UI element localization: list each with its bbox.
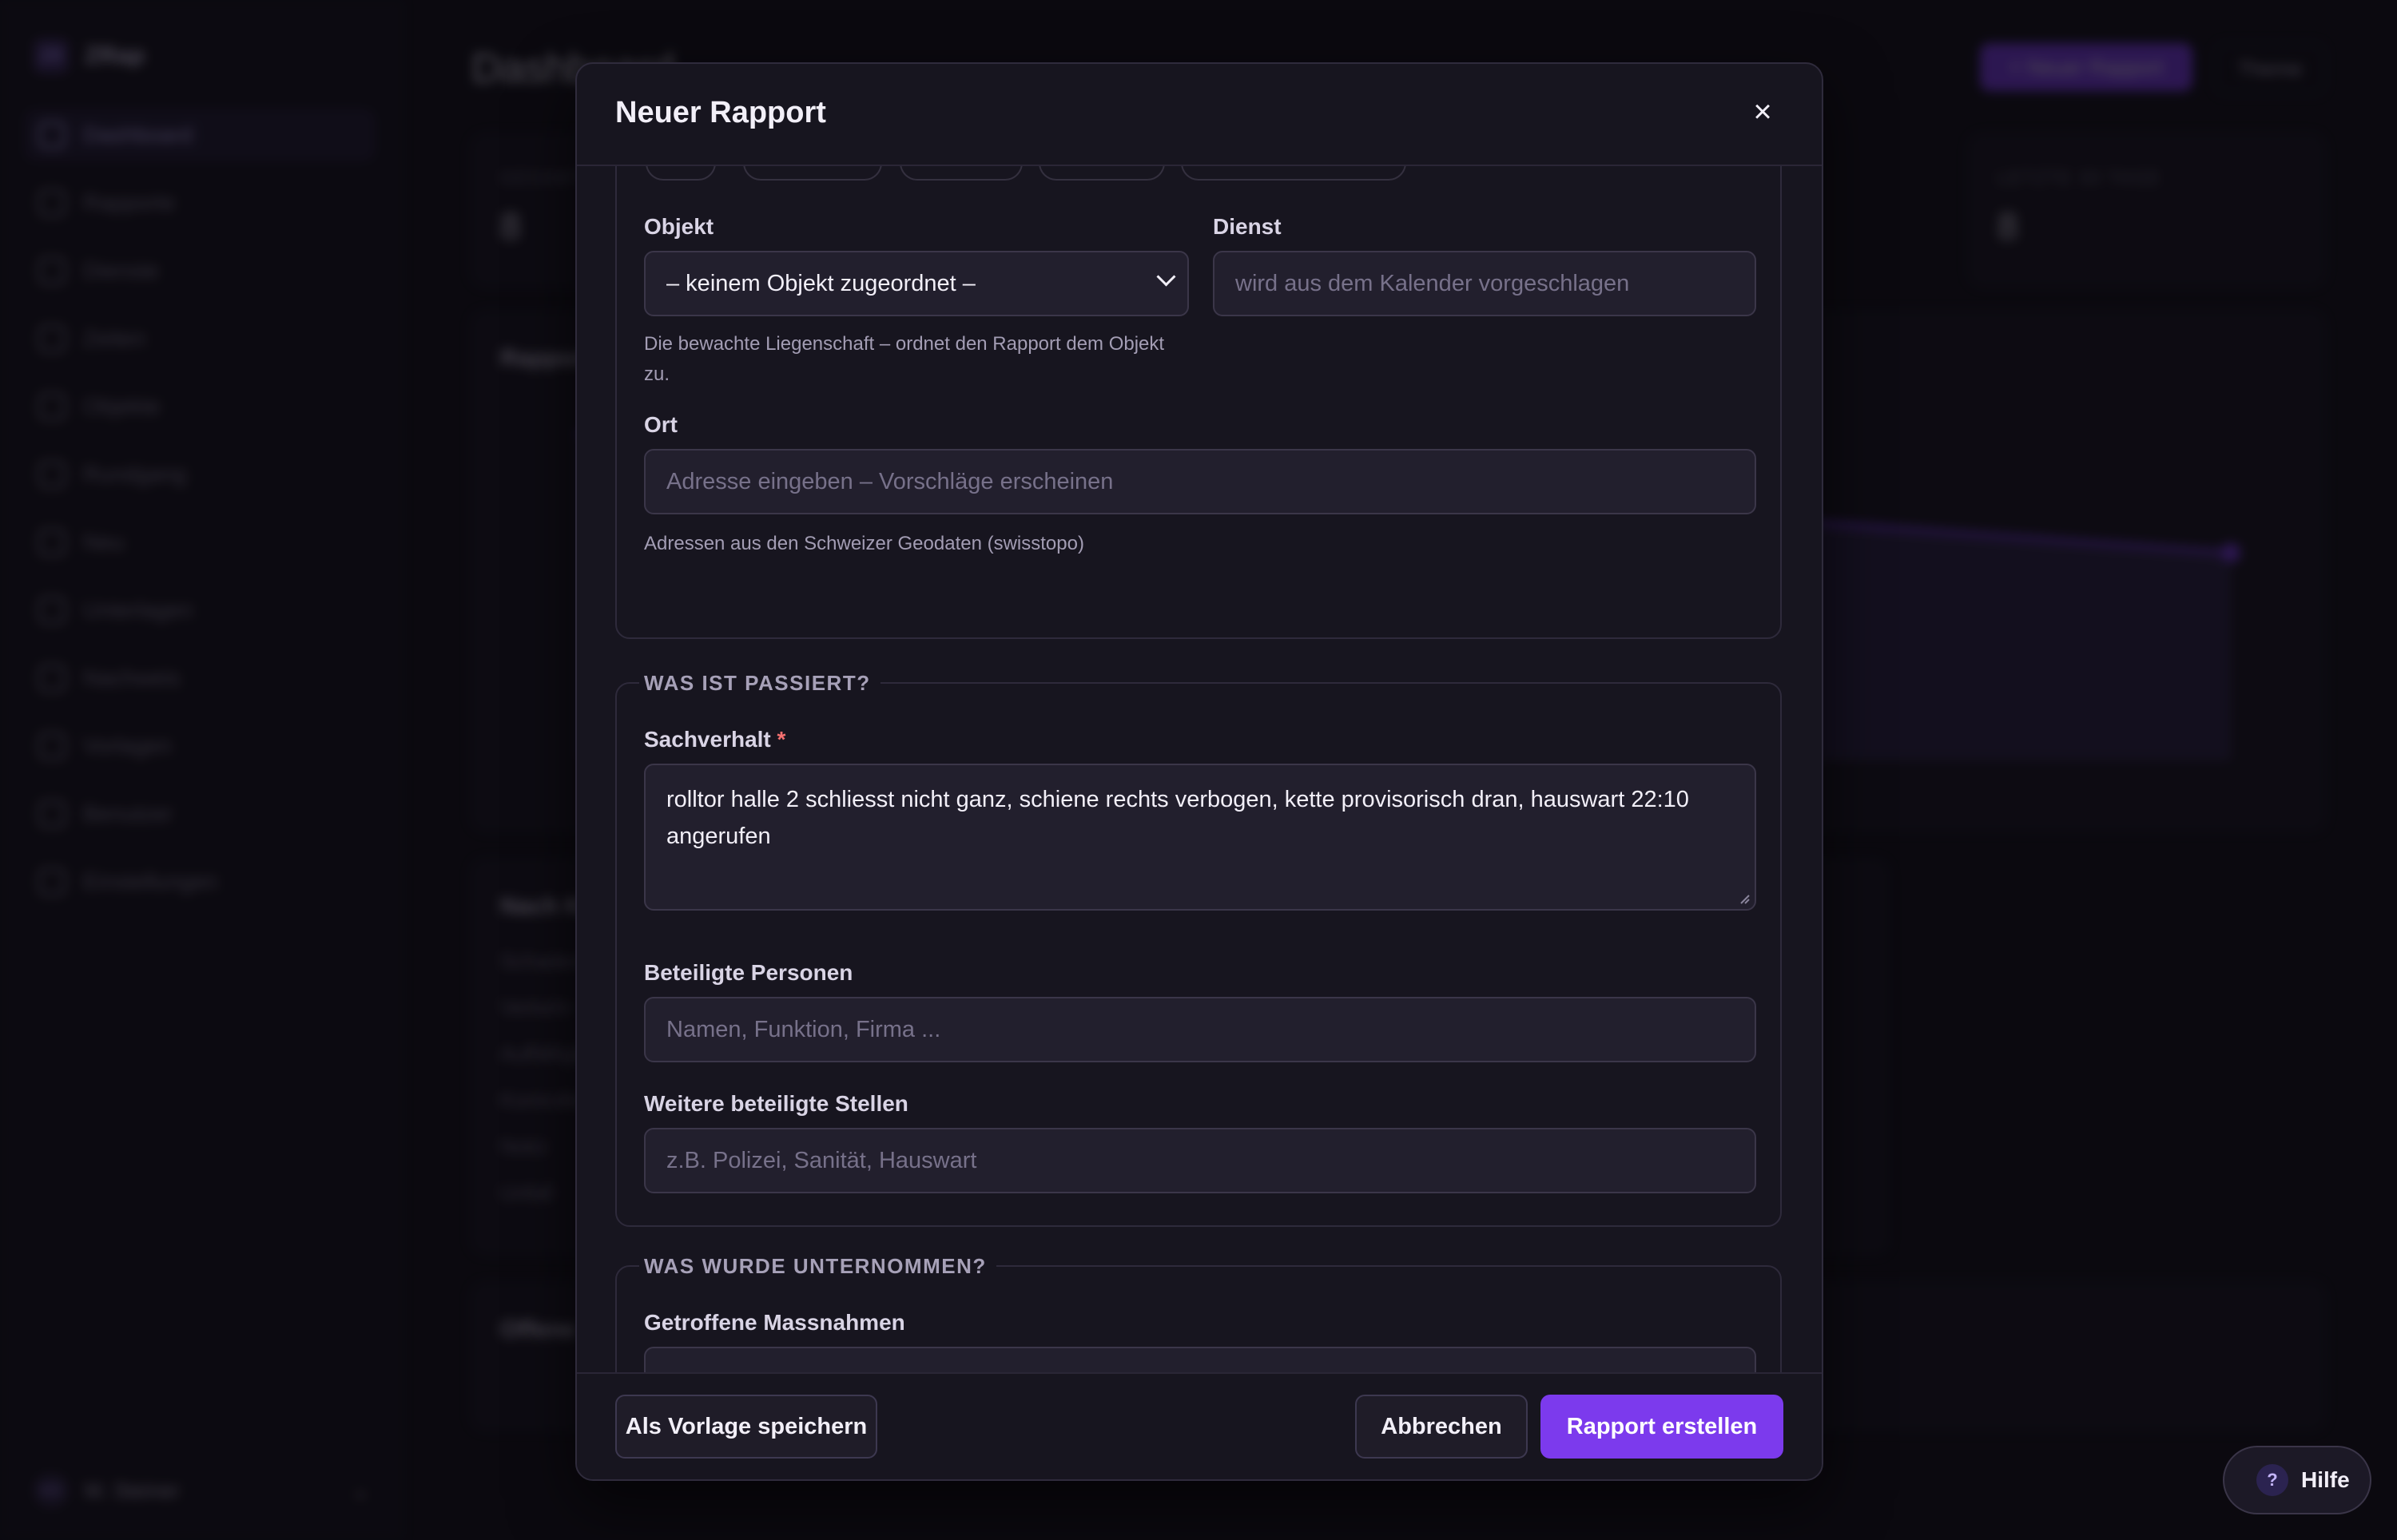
section-heading: WAS IST PASSIERT?	[639, 671, 880, 696]
cancel-button[interactable]: Abbrechen	[1355, 1395, 1528, 1459]
resize-grip-icon[interactable]	[1737, 891, 1750, 904]
dialog-body[interactable]: Objekt – keinem Objekt zugeordnet – Die …	[577, 166, 1822, 1435]
massnahmen-label: Getroffene Massnahmen	[644, 1310, 905, 1335]
create-report-button[interactable]: Rapport erstellen	[1540, 1395, 1783, 1459]
dialog-title: Neuer Rapport	[615, 96, 826, 129]
objekt-label: Objekt	[644, 214, 714, 239]
help-icon: ?	[2256, 1464, 2288, 1496]
dienst-label: Dienst	[1213, 214, 1282, 239]
what-happened-fieldset: WAS IST PASSIERT? Sachverhalt * rolltor …	[615, 671, 1782, 1227]
new-report-dialog: Neuer Rapport × Objekt – keinem Objekt z…	[575, 62, 1823, 1481]
objekt-hint: Die bewachte Liegenschaft – ordnet den R…	[644, 333, 1165, 385]
chevron-down-icon	[1156, 267, 1176, 287]
section-heading: WAS WURDE UNTERNOMMEN?	[639, 1254, 996, 1279]
personen-input[interactable]: Namen, Funktion, Firma ...	[644, 997, 1756, 1062]
ort-hint: Adressen aus den Schweizer Geodaten (swi…	[644, 533, 1084, 554]
save-template-button[interactable]: Als Vorlage speichern	[615, 1395, 877, 1459]
ort-placeholder: Adresse eingeben – Vorschläge erscheinen	[666, 468, 1114, 494]
ort-input[interactable]: Adresse eingeben – Vorschläge erscheinen	[644, 449, 1756, 514]
location-fieldset: Objekt – keinem Objekt zugeordnet – Die …	[615, 166, 1782, 639]
sachverhalt-label-text: Sachverhalt	[644, 727, 771, 752]
sachverhalt-label: Sachverhalt *	[644, 727, 785, 752]
close-icon[interactable]: ×	[1745, 94, 1780, 129]
dienst-placeholder: wird aus dem Kalender vorgeschlagen	[1235, 270, 1630, 296]
sachverhalt-textarea[interactable]: rolltor halle 2 schliesst nicht ganz, sc…	[644, 764, 1756, 911]
required-marker: *	[777, 727, 786, 752]
help-button[interactable]: ? Hilfe	[2223, 1446, 2371, 1514]
stellen-input[interactable]: z.B. Polizei, Sanität, Hauswart	[644, 1128, 1756, 1193]
ort-label: Ort	[644, 412, 678, 437]
help-label: Hilfe	[2301, 1467, 2350, 1492]
objekt-select[interactable]: – keinem Objekt zugeordnet –	[644, 251, 1189, 316]
objekt-select-value: – keinem Objekt zugeordnet –	[666, 270, 976, 296]
personen-placeholder: Namen, Funktion, Firma ...	[666, 1016, 941, 1042]
sachverhalt-value: rolltor halle 2 schliesst nicht ganz, sc…	[666, 787, 1689, 849]
stellen-placeholder: z.B. Polizei, Sanität, Hauswart	[666, 1147, 977, 1173]
personen-label: Beteiligte Personen	[644, 960, 853, 985]
stellen-label: Weitere beteiligte Stellen	[644, 1091, 908, 1116]
dienst-input[interactable]: wird aus dem Kalender vorgeschlagen	[1213, 251, 1756, 316]
dialog-header: Neuer Rapport ×	[577, 64, 1822, 166]
dialog-footer: Als Vorlage speichern Abbrechen Rapport …	[577, 1372, 1822, 1479]
